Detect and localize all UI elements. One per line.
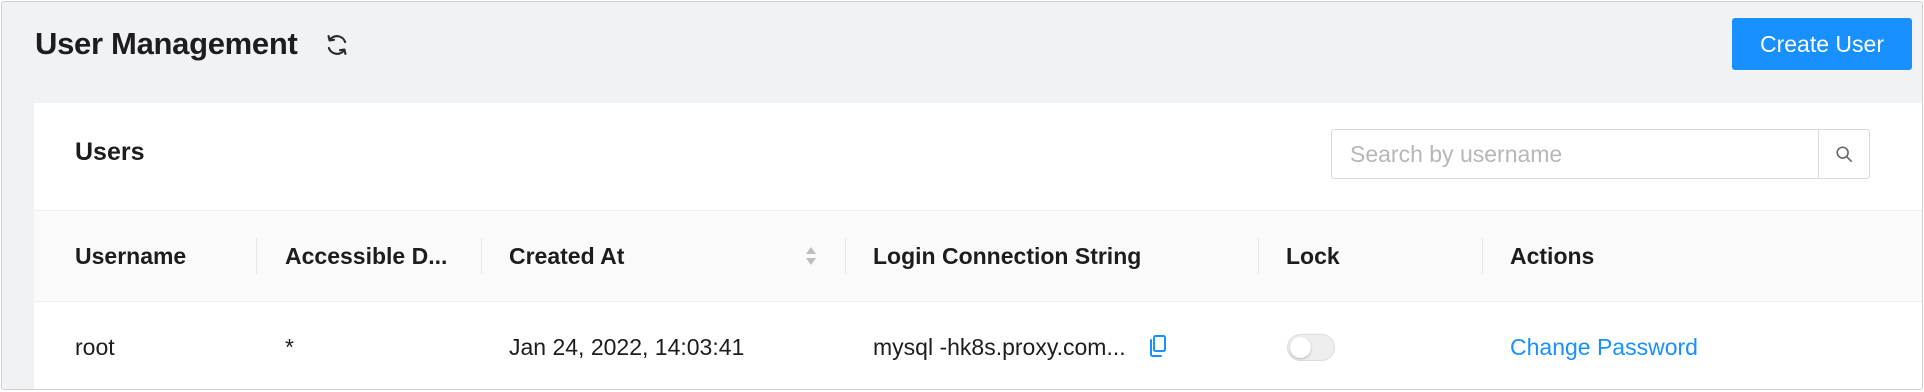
column-header-created-at[interactable]: Created At	[509, 211, 624, 301]
users-card: Users Username Accessible D... Created A…	[34, 103, 1922, 389]
search-icon	[1836, 146, 1853, 163]
copy-icon[interactable]	[1148, 334, 1168, 358]
lock-toggle[interactable]	[1287, 334, 1335, 361]
column-divider	[1258, 238, 1259, 274]
cell-username: root	[75, 334, 115, 360]
change-password-link[interactable]: Change Password	[1510, 302, 1698, 389]
search-box	[1331, 129, 1870, 179]
column-divider	[845, 238, 846, 274]
column-header-lock: Lock	[1286, 243, 1340, 269]
page-title: User Management	[35, 26, 298, 61]
toggle-knob	[1290, 337, 1311, 358]
cell-created-at: Jan 24, 2022, 14:03:41	[509, 334, 745, 360]
cell-accessible-databases: *	[285, 334, 294, 360]
column-header-accessible-databases[interactable]: Accessible D...	[285, 211, 447, 301]
user-management-page: User Management Create User Users Userna…	[1, 1, 1923, 390]
column-divider	[256, 238, 257, 274]
column-header-login-connection-string: Login Connection String	[873, 243, 1142, 269]
table-header: Username Accessible D... Created At Logi…	[34, 210, 1922, 302]
card-title: Users	[75, 138, 145, 166]
refresh-icon[interactable]	[324, 32, 350, 58]
column-header-actions: Actions	[1510, 243, 1595, 269]
column-header-username: Username	[75, 243, 187, 269]
search-input[interactable]	[1332, 130, 1819, 178]
create-user-button[interactable]: Create User	[1732, 18, 1912, 70]
sort-icon[interactable]	[804, 244, 818, 268]
column-divider	[481, 238, 482, 274]
search-button[interactable]	[1818, 130, 1869, 178]
table-row: root * Jan 24, 2022, 14:03:41 mysql -hk8…	[34, 302, 1922, 389]
column-divider	[1482, 238, 1483, 274]
cell-login-connection-string: mysql -hk8s.proxy.com...	[873, 334, 1126, 360]
